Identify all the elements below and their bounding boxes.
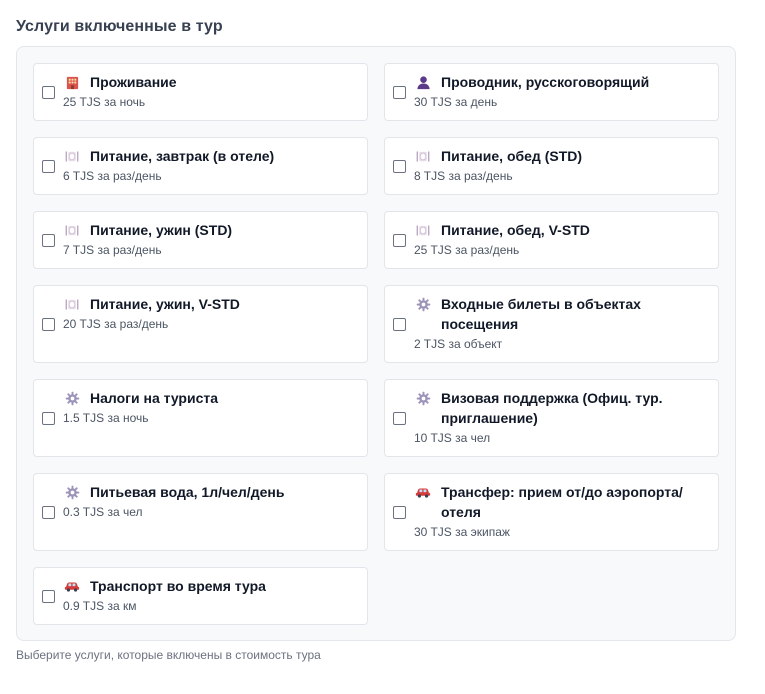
service-card[interactable]: Визовая поддержка (Офиц. тур. приглашение… xyxy=(384,379,719,457)
service-price: 25 TJS за ночь xyxy=(63,95,146,109)
service-price: 6 TJS за раз/день xyxy=(63,169,162,183)
service-card[interactable]: Проживание 25 TJS за ночь xyxy=(33,63,368,121)
service-card[interactable]: Питание, обед (STD) 8 TJS за раз/день xyxy=(384,137,719,195)
service-title: Входные билеты в объектах xyxy=(441,296,641,312)
service-card[interactable]: Трансфер: прием от/до аэропорта/отеля 30 … xyxy=(384,473,719,551)
service-checkbox[interactable] xyxy=(42,412,55,425)
service-checkbox[interactable] xyxy=(393,412,406,425)
service-title: Питание, обед, V-STD xyxy=(441,222,590,238)
service-card[interactable]: Питание, завтрак (в отеле) 6 TJS за раз/д… xyxy=(33,137,368,195)
hotel-icon xyxy=(64,74,80,90)
service-price: 25 TJS за раз/день xyxy=(414,243,520,257)
service-price: 7 TJS за раз/день xyxy=(63,243,162,257)
service-card[interactable]: Питание, ужин (STD) 7 TJS за раз/день xyxy=(33,211,368,269)
service-card[interactable]: Питание, ужин, V-STD 20 TJS за раз/день xyxy=(33,285,368,363)
gear-icon xyxy=(415,296,431,312)
service-checkbox[interactable] xyxy=(393,86,406,99)
service-title: Питание, завтрак (в отеле) xyxy=(90,148,275,164)
service-card[interactable]: Питьевая вода, 1л/чел/день 0.3 TJS за чел xyxy=(33,473,368,551)
service-price: 10 TJS за чел xyxy=(414,431,491,445)
service-checkbox[interactable] xyxy=(42,590,55,603)
service-price: 20 TJS за раз/день xyxy=(63,317,169,331)
service-price: 0.9 TJS за км xyxy=(63,599,137,613)
service-price: 8 TJS за раз/день xyxy=(414,169,513,183)
helper-text: Выберите услуги, которые включены в стои… xyxy=(16,648,321,662)
service-price: 1.5 TJS за ночь xyxy=(63,411,149,425)
service-checkbox[interactable] xyxy=(42,86,55,99)
service-card[interactable]: Входные билеты в объектах посещения 2 TJS … xyxy=(384,285,719,363)
service-price: 2 TJS за объект xyxy=(414,337,503,351)
service-checkbox[interactable] xyxy=(42,318,55,331)
service-title: Проводник, русскоговорящий xyxy=(441,74,650,90)
service-title: Транспорт во время тура xyxy=(90,578,266,594)
service-card[interactable]: Проводник, русскоговорящий 30 TJS за день xyxy=(384,63,719,121)
guide-person-icon xyxy=(415,74,431,90)
service-checkbox[interactable] xyxy=(393,160,406,173)
gear-icon xyxy=(415,390,431,406)
plate-cutlery-icon xyxy=(415,148,431,164)
service-checkbox[interactable] xyxy=(42,506,55,519)
service-title: Питание, ужин (STD) xyxy=(90,222,233,238)
plate-cutlery-icon xyxy=(64,148,80,164)
service-title: Трансфер: прием от/до аэропорта/ xyxy=(441,484,683,500)
plate-cutlery-icon xyxy=(64,222,80,238)
service-checkbox[interactable] xyxy=(393,234,406,247)
service-card[interactable]: Налоги на туриста 1.5 TJS за ночь xyxy=(33,379,368,457)
service-title: Питьевая вода, 1л/чел/день xyxy=(90,484,285,500)
service-title: отеля xyxy=(441,504,481,520)
plate-cutlery-icon xyxy=(64,296,80,312)
service-checkbox[interactable] xyxy=(393,506,406,519)
service-price: 30 TJS за экипаж xyxy=(414,525,510,539)
gear-icon xyxy=(64,484,80,500)
service-card[interactable]: Транспорт во время тура 0.9 TJS за км xyxy=(33,567,368,625)
service-price: 30 TJS за день xyxy=(414,95,498,109)
car-icon xyxy=(64,578,80,594)
service-title: посещения xyxy=(441,316,519,332)
section-title: Услуги включенные в тур xyxy=(16,18,223,35)
service-checkbox[interactable] xyxy=(42,160,55,173)
services-panel: Проживание 25 TJS за ночь Проводник, русск… xyxy=(16,46,736,641)
service-title: Проживание xyxy=(90,74,177,90)
service-title: Налоги на туриста xyxy=(90,390,219,406)
gear-icon xyxy=(64,390,80,406)
service-title: приглашение) xyxy=(441,410,538,426)
service-title: Питание, обед (STD) xyxy=(441,148,583,164)
plate-cutlery-icon xyxy=(415,222,431,238)
service-title: Визовая поддержка (Офиц. тур. xyxy=(441,390,663,406)
service-price: 0.3 TJS за чел xyxy=(63,505,143,519)
service-card[interactable]: Питание, обед, V-STD 25 TJS за раз/день xyxy=(384,211,719,269)
service-checkbox[interactable] xyxy=(393,318,406,331)
car-icon xyxy=(415,484,431,500)
service-checkbox[interactable] xyxy=(42,234,55,247)
service-title: Питание, ужин, V-STD xyxy=(90,296,240,312)
